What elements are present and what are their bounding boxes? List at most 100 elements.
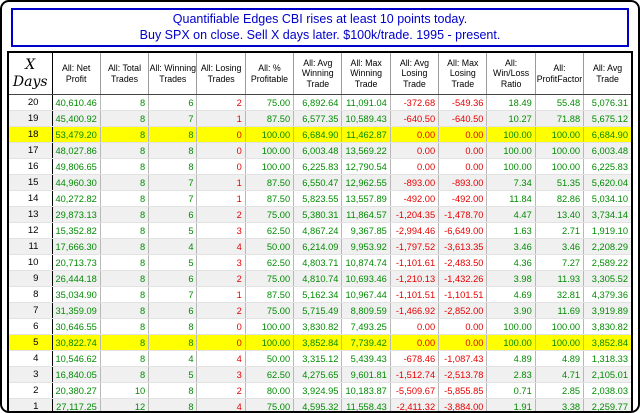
data-cell: 3 bbox=[196, 222, 246, 239]
data-cell: 82.86 bbox=[534, 190, 585, 207]
data-cell: 50.00 bbox=[244, 350, 295, 367]
data-cell: 6,550.47 bbox=[293, 174, 343, 191]
data-cell: 100.00 bbox=[486, 142, 536, 159]
data-cell: 3 bbox=[196, 254, 246, 271]
x-days-cell: 10 bbox=[8, 254, 53, 271]
data-cell: -640.50 bbox=[438, 110, 488, 127]
data-cell: 5 bbox=[148, 366, 198, 383]
data-cell: -2,411.32 bbox=[389, 398, 440, 411]
data-cell: 8 bbox=[148, 318, 198, 335]
data-cell: 6 bbox=[148, 206, 198, 223]
data-cell: 3,315.12 bbox=[293, 350, 343, 367]
data-cell: 62.50 bbox=[244, 222, 295, 239]
column-header: All: ProfitFactor bbox=[534, 51, 585, 95]
column-header: All: % Profitable bbox=[244, 51, 295, 95]
data-cell: 2 bbox=[196, 270, 246, 287]
title-line-1: Quantifiable Edges CBI rises at least 10… bbox=[172, 12, 468, 26]
data-cell: -492.00 bbox=[438, 190, 488, 207]
data-cell: 2,589.22 bbox=[583, 254, 633, 271]
x-days-cell: 18 bbox=[8, 126, 53, 143]
column-header: All: Avg Trade bbox=[583, 51, 633, 95]
data-cell: 5 bbox=[148, 254, 198, 271]
data-cell: 4.71 bbox=[534, 366, 585, 383]
table-body: 20 40,610.46 8 6 2 75.00 6,892.64 11,091.04 -372… bbox=[8, 94, 633, 411]
data-cell: 5,620.04 bbox=[583, 174, 633, 191]
data-cell: 8 bbox=[148, 126, 198, 143]
column-header: All: Max Losing Trade bbox=[438, 51, 488, 95]
data-cell: 4 bbox=[148, 350, 198, 367]
data-cell: -3,613.35 bbox=[438, 238, 488, 255]
header-row: X Days All: Net Profit All: Total Trades Al… bbox=[8, 51, 633, 95]
data-cell: 6,214.09 bbox=[293, 238, 343, 255]
data-cell: 40,272.82 bbox=[51, 190, 101, 207]
data-cell: 8 bbox=[99, 270, 150, 287]
data-cell: 8,809.59 bbox=[341, 302, 391, 319]
table-row: 17 48,027.86 8 8 0 100.00 6,003.48 13,569.22 0.0… bbox=[8, 142, 633, 159]
data-cell: -893.00 bbox=[389, 174, 440, 191]
data-cell: 5,034.10 bbox=[583, 190, 633, 207]
x-days-cell: 12 bbox=[8, 222, 53, 239]
data-cell: 4 bbox=[148, 238, 198, 255]
x-days-cell: 3 bbox=[8, 366, 53, 383]
data-cell: 8 bbox=[99, 126, 150, 143]
data-cell: 7 bbox=[148, 190, 198, 207]
data-cell: 4,810.74 bbox=[293, 270, 343, 287]
title-line-2: Buy SPX on close. Sell X days later. $10… bbox=[139, 28, 501, 42]
data-cell: -549.36 bbox=[438, 94, 488, 111]
data-cell: 11,864.57 bbox=[341, 206, 391, 223]
x-days-cell: 4 bbox=[8, 350, 53, 367]
data-cell: 7.34 bbox=[486, 174, 536, 191]
data-cell: 6 bbox=[148, 302, 198, 319]
table-row: 7 31,359.09 8 6 2 75.00 5,715.49 8,809.59 -1,466… bbox=[8, 302, 633, 319]
column-header: All: Winning Trades bbox=[148, 51, 198, 95]
data-cell: 5,380.31 bbox=[293, 206, 343, 223]
data-cell: 8 bbox=[99, 238, 150, 255]
data-cell: 2,038.03 bbox=[583, 382, 633, 399]
table-row: 3 16,840.05 8 5 3 62.50 4,275.65 9,601.81 -1,512… bbox=[8, 366, 633, 383]
data-cell: 8 bbox=[99, 158, 150, 175]
data-cell: 100.00 bbox=[244, 158, 295, 175]
table-row: 15 44,960.30 8 7 1 87.50 6,550.47 12,962.55 -893… bbox=[8, 174, 633, 191]
column-header: All: Avg Losing Trade bbox=[389, 51, 440, 95]
table-row: 10 20,713.73 8 5 3 62.50 4,803.71 10,874.74 -1,1… bbox=[8, 254, 633, 271]
data-cell: 48,027.86 bbox=[51, 142, 101, 159]
x-days-cell: 15 bbox=[8, 174, 53, 191]
x-days-cell: 14 bbox=[8, 190, 53, 207]
data-cell: 9,367.85 bbox=[341, 222, 391, 239]
data-cell: 6,225.83 bbox=[293, 158, 343, 175]
data-cell: 4.89 bbox=[486, 350, 536, 367]
data-cell: 6,003.48 bbox=[583, 142, 633, 159]
data-cell: 5,823.55 bbox=[293, 190, 343, 207]
data-cell: -1,087.43 bbox=[438, 350, 488, 367]
x-days-cell: 5 bbox=[8, 334, 53, 351]
data-cell: 100.00 bbox=[486, 158, 536, 175]
x-days-cell: 16 bbox=[8, 158, 53, 175]
data-cell: 4.47 bbox=[486, 206, 536, 223]
data-cell: 13.40 bbox=[534, 206, 585, 223]
x-days-cell: 11 bbox=[8, 238, 53, 255]
data-cell: 6,684.90 bbox=[293, 126, 343, 143]
data-cell: 3,830.82 bbox=[583, 318, 633, 335]
data-cell: 4,379.36 bbox=[583, 286, 633, 303]
data-cell: 80.00 bbox=[244, 382, 295, 399]
data-cell: 8 bbox=[148, 158, 198, 175]
data-cell: 12,790.54 bbox=[341, 158, 391, 175]
data-cell: 8 bbox=[99, 110, 150, 127]
data-cell: -1,101.51 bbox=[389, 286, 440, 303]
data-cell: 100.00 bbox=[244, 334, 295, 351]
data-cell: -640.50 bbox=[389, 110, 440, 127]
data-cell: 0 bbox=[196, 318, 246, 335]
data-cell: 75.00 bbox=[244, 270, 295, 287]
data-cell: 55.48 bbox=[534, 94, 585, 111]
data-cell: 1,318.33 bbox=[583, 350, 633, 367]
data-cell: 4 bbox=[196, 238, 246, 255]
table-row: 6 30,646.55 8 8 0 100.00 3,830.82 7,493.25 0.00 0… bbox=[8, 318, 633, 335]
data-cell: 87.50 bbox=[244, 190, 295, 207]
data-cell: 8 bbox=[148, 142, 198, 159]
data-cell: 100.00 bbox=[244, 126, 295, 143]
data-cell: 8 bbox=[148, 382, 198, 399]
data-cell: -1,478.70 bbox=[438, 206, 488, 223]
x-days-cell: 7 bbox=[8, 302, 53, 319]
data-cell: 18.49 bbox=[486, 94, 536, 111]
data-cell: 11.69 bbox=[534, 302, 585, 319]
